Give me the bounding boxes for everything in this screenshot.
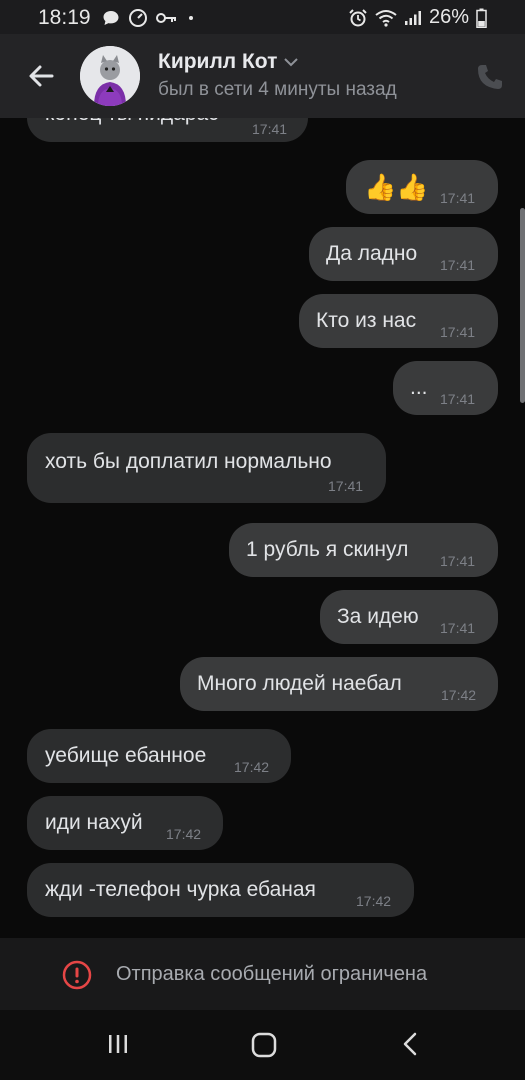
message-text: конец ты пидарас: [45, 118, 219, 126]
message-bubble-outgoing[interactable]: Кто из нас 17:41: [299, 294, 498, 348]
avatar[interactable]: [80, 46, 140, 106]
message-time: 17:41: [440, 324, 476, 340]
battery-percent: 26%: [428, 6, 469, 28]
message-bubble-incoming[interactable]: иди нахуй 17:42: [27, 796, 223, 850]
message-text: Много людей наебал: [197, 672, 402, 695]
restriction-text: Отправка сообщений ограничена: [116, 963, 428, 985]
message-text: иди нахуй: [45, 811, 143, 834]
message-text: За идею: [337, 605, 419, 628]
signal-icon: [404, 10, 421, 25]
message-list[interactable]: конец ты пидарас 17:41 👍👍 17:41 Да ладно…: [0, 118, 525, 938]
message-text: 👍👍: [364, 172, 429, 202]
message-bubble-outgoing[interactable]: Много людей наебал 17:42: [180, 657, 498, 711]
message-text: Кто из нас: [316, 309, 417, 332]
system-navigation-bar: [0, 1010, 525, 1080]
messaging-restricted-bar: Отправка сообщений ограничена: [0, 938, 525, 1010]
message-bubble-incoming[interactable]: хоть бы доплатил нормально 17:41: [27, 433, 386, 503]
message-bubble-outgoing[interactable]: Да ладно 17:41: [309, 227, 498, 281]
message-bubble-incoming[interactable]: конец ты пидарас 17:41: [27, 118, 308, 142]
contact-name-text: Кирилл Кот: [158, 50, 278, 73]
battery-icon: [476, 8, 487, 28]
message-bubble-outgoing[interactable]: За идею 17:41: [320, 590, 498, 644]
home-icon[interactable]: [247, 1028, 281, 1062]
speedometer-icon: [129, 9, 147, 27]
warning-icon: [62, 960, 92, 990]
wifi-icon: [375, 9, 397, 27]
contact-name[interactable]: Кирилл Кот: [158, 50, 299, 74]
avatar-picture: [80, 46, 140, 106]
scrollbar[interactable]: [520, 208, 525, 403]
message-text: Да ладно: [326, 242, 418, 265]
back-nav-icon[interactable]: [395, 1028, 429, 1062]
contact-status: был в сети 4 минуты назад: [158, 79, 397, 100]
message-bubble-outgoing[interactable]: ... 17:41: [393, 361, 498, 415]
message-time: 17:42: [441, 687, 477, 703]
message-notification-icon: [103, 11, 119, 25]
message-time: 17:41: [328, 478, 364, 494]
message-time: 17:41: [440, 553, 476, 569]
dot-icon: [189, 16, 193, 20]
key-icon: [156, 13, 176, 23]
message-time: 17:42: [166, 826, 202, 842]
message-time: 17:41: [440, 190, 476, 206]
message-text: ...: [410, 376, 428, 399]
message-text: 1 рубль я скинул: [246, 538, 409, 561]
system-icons: 26%: [348, 6, 487, 29]
message-text: хоть бы доплатил нормально: [45, 450, 332, 473]
phone-icon[interactable]: [473, 60, 507, 94]
notification-icons: [102, 8, 196, 28]
chevron-down-icon: [284, 58, 299, 67]
status-time: 18:19: [38, 6, 91, 29]
message-text: жди -телефон чурка ебаная: [45, 878, 316, 901]
message-time: 17:41: [440, 257, 476, 273]
message-bubble-incoming[interactable]: жди -телефон чурка ебаная 17:42: [27, 863, 414, 917]
message-bubble-outgoing[interactable]: 1 рубль я скинул 17:41: [229, 523, 498, 577]
message-time: 17:41: [440, 620, 476, 636]
message-time: 17:42: [234, 759, 270, 775]
chat-header: Кирилл Кот был в сети 4 минуты назад: [0, 34, 525, 118]
message-time: 17:41: [440, 391, 476, 407]
alarm-icon: [349, 8, 367, 26]
status-bar: 18:19 26%: [0, 0, 525, 34]
message-bubble-incoming[interactable]: уебище ебанное 17:42: [27, 729, 291, 783]
recent-apps-icon[interactable]: [101, 1028, 135, 1062]
message-time: 17:41: [252, 121, 288, 137]
message-bubble-outgoing[interactable]: 👍👍 17:41: [346, 160, 498, 214]
message-time: 17:42: [356, 893, 392, 909]
back-arrow-icon[interactable]: [22, 56, 62, 96]
message-text: уебище ебанное: [45, 744, 207, 767]
